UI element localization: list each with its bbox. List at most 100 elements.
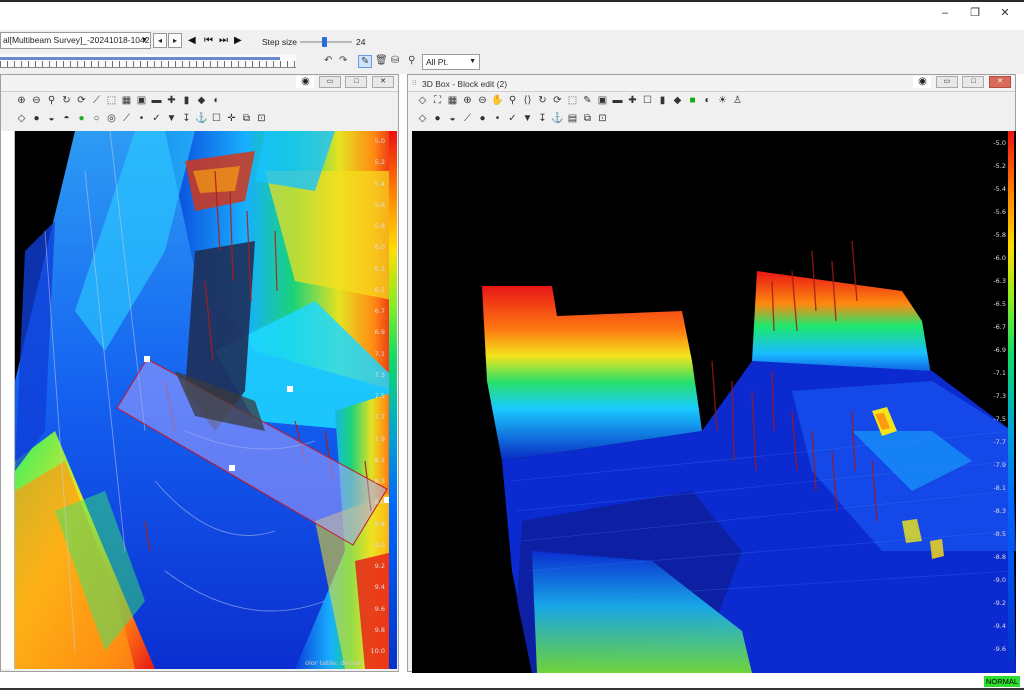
palette-icon[interactable]: ◆ [195,94,208,108]
undo-button[interactable]: ↶ [324,55,332,66]
light-icon[interactable]: ☀ [716,94,729,108]
cross-icon[interactable]: ✛ [225,112,238,126]
layers-icon[interactable]: ▮ [180,94,193,108]
close-button[interactable]: ✕ [990,4,1020,22]
select-icon[interactable]: ⬚ [566,94,579,108]
paint-icon[interactable]: ✎ [581,94,594,108]
measure-icon[interactable]: ⟋ [90,94,103,108]
copy-icon[interactable]: ⧉ [581,112,594,126]
selection-handle[interactable] [229,465,235,471]
color-ramp-icon[interactable]: ● [431,112,444,126]
pin-button[interactable]: ◉ [296,76,315,88]
rotate-icon[interactable]: ↻ [60,94,73,108]
cup-icon[interactable]: ♙ [731,94,744,108]
surface-icon[interactable]: ◇ [416,112,429,126]
crosshair-icon[interactable]: ✚ [165,94,178,108]
zoom-out-icon[interactable]: ⊖ [30,94,43,108]
previous-file-button[interactable]: ◂ [153,33,167,48]
dot-icon[interactable]: • [491,112,504,126]
depth-icon[interactable]: ◓ [60,112,73,126]
plan-view-canvas[interactable]: 5.0 5.2 5.4 5.6 5.8 6.0 6.3 6.5 6.7 6.9 7.1 7.3 7.5 7… [15,131,397,669]
accept-points-button[interactable]: ⛁ [391,55,399,66]
search-icon[interactable]: ⚲ [506,94,519,108]
check-icon[interactable]: ✓ [150,112,163,126]
document-icon[interactable]: ▤ [566,112,579,126]
crosshair-icon[interactable]: ✚ [626,94,639,108]
surface-icon[interactable]: ◇ [15,112,28,126]
plan-view-window-controls: ◉ ▭ □ ✕ [294,76,394,90]
3d-view-canvas[interactable]: -5.0 -5.2 -5.4 -5.6 -5.8 -6.0 -6.3 -6.5 -6.7 -6.9… [412,131,1016,673]
contour-icon[interactable]: ◒ [446,112,459,126]
line-icon[interactable]: ⟋ [120,112,133,126]
color-ramp-icon[interactable]: ● [30,112,43,126]
line-icon[interactable]: ⟋ [461,112,474,126]
box-icon[interactable]: ☐ [641,94,654,108]
step-forward-button[interactable]: ▶ [234,32,242,49]
palette-icon[interactable]: ◆ [671,94,684,108]
window-icon[interactable]: ⊡ [596,112,609,126]
filter-icon[interactable]: ▼ [521,112,534,126]
green-circle-icon[interactable]: ● [75,112,88,126]
step-back-button[interactable]: ◀ [188,32,196,49]
filter-icon[interactable]: ▼ [165,112,178,126]
anchor-icon[interactable]: ⚓ [551,112,564,126]
pane-minimize-button[interactable]: ▭ [318,76,341,88]
refresh-icon[interactable]: ⟳ [75,94,88,108]
camera-icon[interactable]: ▬ [611,94,624,108]
pin-button[interactable]: ◉ [913,76,932,88]
layers-icon[interactable]: ▮ [656,94,669,108]
code-icon[interactable]: ⟨⟩ [521,94,534,108]
shading-icon[interactable]: ◐ [701,94,714,108]
contour-icon[interactable]: ◒ [45,112,58,126]
zoom-in-icon[interactable]: ⊕ [15,94,28,108]
pan-icon[interactable]: ✋ [491,94,504,108]
cube-icon[interactable]: ■ [686,94,699,108]
image-icon[interactable]: ▣ [596,94,609,108]
target-icon[interactable]: ◎ [105,112,118,126]
point-filter-icon-button[interactable]: ⚲ [408,55,415,66]
point-icon[interactable]: • [135,112,148,126]
grid-icon[interactable]: ▦ [446,94,459,108]
zoom-in-icon[interactable]: ⊕ [461,94,474,108]
check-icon[interactable]: ✓ [506,112,519,126]
arrow-icon[interactable]: ↧ [536,112,549,126]
step-size-slider-thumb[interactable] [321,37,327,47]
pane-maximize-button[interactable]: □ [962,76,985,88]
grid-icon[interactable]: ▦ [120,94,133,108]
delete-points-button[interactable]: 🗑 [375,55,388,66]
minimize-button[interactable]: – [930,4,960,22]
restore-button[interactable]: ❐ [960,4,990,22]
edit-mode-button[interactable]: ✎ [358,55,373,68]
redo-button[interactable]: ↷ [339,55,347,66]
image-icon[interactable]: ▣ [135,94,148,108]
anchor-icon[interactable]: ⚓ [195,112,208,126]
box-icon[interactable]: ☐ [210,112,223,126]
copy-icon[interactable]: ⧉ [240,112,253,126]
go-first-button[interactable]: ⏮ [204,32,213,49]
point-icon[interactable]: ● [476,112,489,126]
step-size-slider[interactable] [300,37,352,47]
select-icon[interactable]: ⬚ [105,94,118,108]
selection-handle[interactable] [144,356,150,362]
next-file-button[interactable]: ▸ [168,33,182,48]
selection-handle[interactable] [287,386,293,392]
survey-timeline[interactable] [0,54,296,68]
arrow-icon[interactable]: ↧ [180,112,193,126]
go-last-button[interactable]: ⏭ [219,32,228,49]
diamond-icon[interactable]: ◇ [416,94,429,108]
camera-icon[interactable]: ▬ [150,94,163,108]
window-icon[interactable]: ⊡ [255,112,268,126]
pane-close-button[interactable]: ✕ [372,76,394,88]
pane-maximize-button[interactable]: □ [345,76,368,88]
zoom-icon[interactable]: ⚲ [45,94,58,108]
survey-select[interactable]: al[Multibeam Survey]_-20241018-104217 ▼ [0,32,151,49]
pane-close-button[interactable]: ✕ [989,76,1011,88]
shading-icon[interactable]: ◐ [210,94,223,108]
points-filter-select[interactable]: All Pt. ▼ [422,54,480,70]
zoom-out-icon[interactable]: ⊖ [476,94,489,108]
fit-icon[interactable]: ⛶ [431,94,444,108]
dot-icon[interactable]: ○ [90,112,103,126]
rotate-icon[interactable]: ↻ [536,94,549,108]
pane-minimize-button[interactable]: ▭ [935,76,958,88]
refresh-icon[interactable]: ⟳ [551,94,564,108]
